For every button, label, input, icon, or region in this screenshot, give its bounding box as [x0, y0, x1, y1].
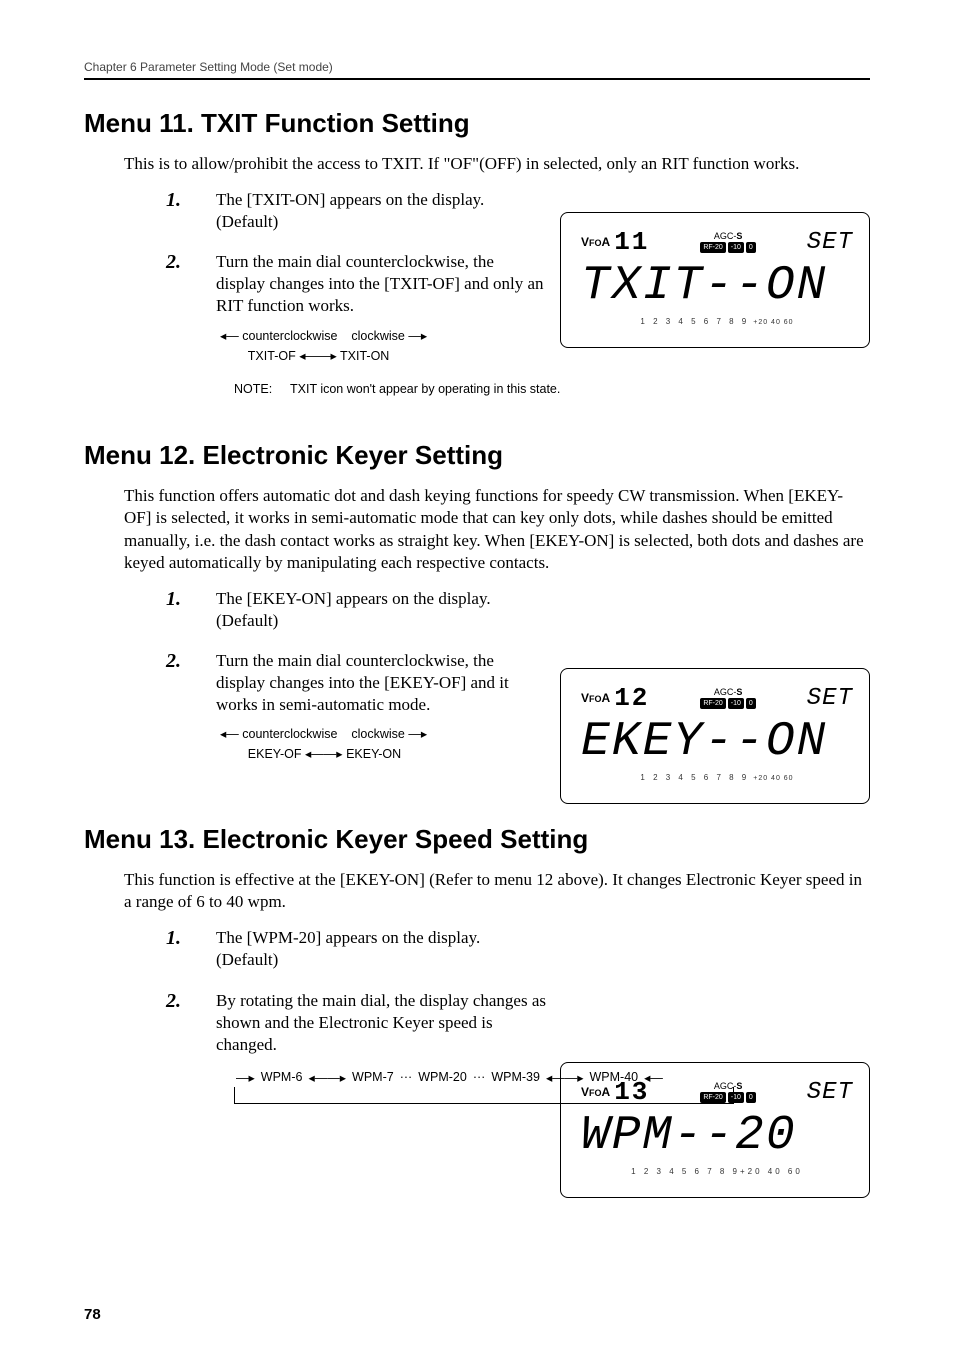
- note-label: NOTE:: [234, 380, 290, 399]
- menu-11-intro: This is to allow/prohibit the access to …: [124, 153, 870, 175]
- lcd-meter: 1 2 3 4 5 6 7 8 9+20 40 60: [581, 1167, 853, 1176]
- lcd-set-label: SET: [807, 229, 853, 256]
- note-text: TXIT icon won't appear by operating in t…: [290, 380, 560, 399]
- lcd-top-icons: AGC-S RF-20-100: [649, 687, 806, 709]
- step-number: 2.: [166, 251, 216, 274]
- lcd-set-label: SET: [807, 1079, 853, 1106]
- lcd-menu-number: 11: [614, 227, 649, 257]
- step-text: Turn the main dial counterclockwise, the…: [216, 251, 566, 317]
- lcd-vfo-label: VFOA: [581, 691, 610, 705]
- menu-13-heading: Menu 13. Electronic Keyer Speed Setting: [84, 824, 870, 855]
- lcd-set-label: SET: [807, 685, 853, 712]
- menu-11-lcd: VFOA 11 AGC-S RF-20-100 SET TXIT--ON 1 2…: [560, 212, 870, 348]
- lcd-main-text: EKEY--ON: [581, 715, 853, 767]
- step-number: 1.: [166, 927, 216, 950]
- menu-13-step-2: 2. By rotating the main dial, the displa…: [166, 990, 870, 1056]
- step-number: 2.: [166, 990, 216, 1013]
- lcd-meter: 1 2 3 4 5 6 7 8 9+20 40 60: [581, 317, 853, 326]
- menu-11-note: NOTE: TXIT icon won't appear by operatin…: [234, 380, 594, 399]
- step-text: By rotating the main dial, the display c…: [216, 990, 576, 1056]
- step-number: 2.: [166, 650, 216, 673]
- chapter-header: Chapter 6 Parameter Setting Mode (Set mo…: [84, 60, 870, 80]
- menu-12-section: Menu 12. Electronic Keyer Setting This f…: [84, 440, 870, 764]
- menu-11-section: Menu 11. TXIT Function Setting This is t…: [84, 108, 870, 398]
- step-text: The [TXIT-ON] appears on the display. (D…: [216, 189, 566, 233]
- step-text: Turn the main dial counterclockwise, the…: [216, 650, 566, 716]
- menu-13-section: Menu 13. Electronic Keyer Speed Setting …: [84, 824, 870, 1104]
- menu-12-step-1: 1. The [EKEY-ON] appears on the display.…: [166, 588, 870, 632]
- menu-13-cycle-diagram: WPM-6 WPM-7 ··· WPM-20 ··· WPM-39 WPM-40: [220, 1070, 750, 1104]
- menu-13-intro: This function is effective at the [EKEY-…: [124, 869, 870, 913]
- menu-13-step-1: 1. The [WPM-20] appears on the display. …: [166, 927, 870, 971]
- menu-12-lcd: VFOA 12 AGC-S RF-20-100 SET EKEY--ON 1 2…: [560, 668, 870, 804]
- lcd-vfo-label: VFOA: [581, 235, 610, 249]
- step-number: 1.: [166, 189, 216, 212]
- step-number: 1.: [166, 588, 216, 611]
- menu-12-heading: Menu 12. Electronic Keyer Setting: [84, 440, 870, 471]
- lcd-main-text: TXIT--ON: [581, 259, 853, 311]
- step-text: The [WPM-20] appears on the display. (De…: [216, 927, 566, 971]
- lcd-menu-number: 12: [614, 683, 649, 713]
- lcd-meter: 1 2 3 4 5 6 7 8 9+20 40 60: [581, 773, 853, 782]
- page-number: 78: [84, 1306, 101, 1323]
- menu-11-heading: Menu 11. TXIT Function Setting: [84, 108, 870, 139]
- lcd-main-text: WPM--20: [581, 1109, 853, 1161]
- step-text: The [EKEY-ON] appears on the display. (D…: [216, 588, 566, 632]
- menu-12-intro: This function offers automatic dot and d…: [124, 485, 870, 573]
- lcd-top-icons: AGC-S RF-20-100: [649, 231, 806, 253]
